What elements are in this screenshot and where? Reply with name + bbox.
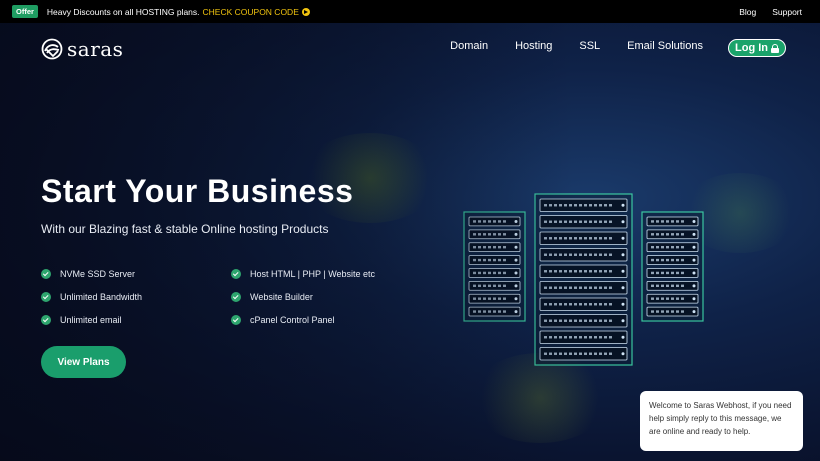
check-circle-icon xyxy=(41,269,51,279)
feature-item: Unlimited Bandwidth xyxy=(41,292,142,302)
offer-badge: Offer xyxy=(12,5,38,18)
nav-domain[interactable]: Domain xyxy=(450,40,488,52)
top-links: Blog Support xyxy=(739,7,808,17)
hero-title: Start Your Business xyxy=(41,173,354,209)
check-circle-icon xyxy=(41,315,51,325)
nav-email-solutions[interactable]: Email Solutions xyxy=(627,40,703,52)
saras-logo[interactable]: saras xyxy=(41,37,123,61)
arrow-right-circle-icon xyxy=(301,7,310,16)
feature-label: Host HTML | PHP | Website etc xyxy=(250,269,376,279)
feature-label: Website Builder xyxy=(250,292,313,302)
feature-item: NVMe SSD Server xyxy=(41,269,135,279)
feature-label: Unlimited Bandwidth xyxy=(60,292,143,302)
chat-widget-message[interactable]: Welcome to Saras Webhost, if you need he… xyxy=(640,391,803,451)
feature-item: Host HTML | PHP | Website etc xyxy=(231,269,375,279)
feature-label: NVMe SSD Server xyxy=(60,269,136,279)
coupon-link-label: CHECK COUPON CODE xyxy=(202,6,299,17)
view-plans-button[interactable]: View Plans xyxy=(41,346,126,378)
login-button[interactable]: Log In xyxy=(728,39,786,57)
blog-link[interactable]: Blog xyxy=(739,7,756,17)
feature-item: cPanel Control Panel xyxy=(231,315,335,325)
feature-item: Website Builder xyxy=(231,292,313,302)
nav-hosting[interactable]: Hosting xyxy=(515,40,552,52)
coupon-link[interactable]: CHECK COUPON CODE xyxy=(203,7,310,17)
logo-text: saras xyxy=(67,37,124,61)
offer-bar: Offer Heavy Discounts on all HOSTING pla… xyxy=(0,0,820,23)
check-circle-icon xyxy=(231,315,241,325)
check-circle-icon xyxy=(231,292,241,302)
view-plans-label: View Plans xyxy=(57,356,110,368)
offer-text: Heavy Discounts on all HOSTING plans. xyxy=(46,6,200,17)
nav-links: Domain Hosting SSL Email Solutions xyxy=(450,40,703,52)
check-circle-icon xyxy=(231,269,241,279)
feature-label: cPanel Control Panel xyxy=(250,315,335,325)
feature-label: Unlimited email xyxy=(60,315,122,325)
check-circle-icon xyxy=(41,292,51,302)
main-nav: saras Domain Hosting SSL Email Solutions… xyxy=(0,23,820,73)
nav-ssl[interactable]: SSL xyxy=(579,40,600,52)
chat-message-text: Welcome to Saras Webhost, if you need he… xyxy=(649,401,792,436)
lock-icon xyxy=(771,43,779,53)
feature-item: Unlimited email xyxy=(41,315,122,325)
support-link[interactable]: Support xyxy=(772,7,802,17)
saras-logo-icon xyxy=(41,38,63,60)
hero-subtitle: With our Blazing fast & stable Online ho… xyxy=(41,222,329,236)
login-label: Log In xyxy=(735,42,768,54)
